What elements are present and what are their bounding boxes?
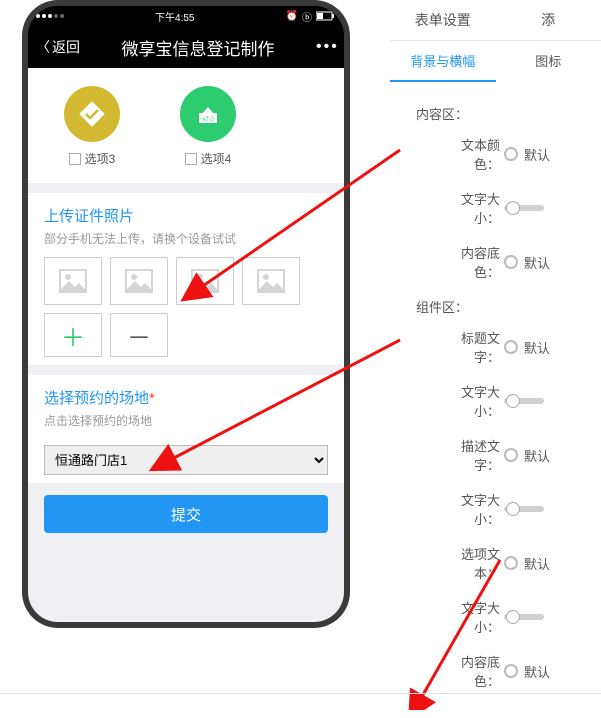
status-bar: 下午4:55 ⏰ ⓑ bbox=[28, 6, 344, 26]
radio-icon[interactable] bbox=[504, 255, 518, 269]
venue-title: 选择预约的场地* bbox=[44, 387, 328, 408]
photo-slot[interactable] bbox=[242, 257, 300, 305]
phone-screen: 下午4:55 ⏰ ⓑ 〈 返回 微享宝信息登记制作 ••• bbox=[28, 6, 344, 622]
row-font-size-3: 文字大小： bbox=[416, 490, 601, 528]
photo-slot[interactable] bbox=[110, 257, 168, 305]
sub-tabs: 背景与横幅 图标 bbox=[390, 41, 601, 82]
row-desc-text: 描述文字： 默认 bbox=[416, 436, 601, 474]
radio-icon[interactable] bbox=[504, 556, 518, 570]
radio-icon[interactable] bbox=[504, 448, 518, 462]
settings-panel: 表单设置 添 背景与横幅 图标 内容区： 文本颜色： 默认 文字大小： 内容底色… bbox=[390, 0, 601, 718]
photo-slots bbox=[44, 257, 328, 305]
submit-button[interactable]: 提交 bbox=[44, 495, 328, 533]
image-placeholder-icon bbox=[191, 269, 219, 293]
diamond-check-icon bbox=[64, 86, 120, 142]
remove-photo-button[interactable]: － bbox=[110, 313, 168, 357]
option-4[interactable]: v7.0 选项4 bbox=[180, 86, 236, 167]
alarm-icon: ⏰ bbox=[286, 11, 298, 22]
tab-add[interactable]: 添 bbox=[496, 0, 601, 40]
upload-title: 上传证件照片 bbox=[44, 205, 328, 226]
checkbox-icon[interactable] bbox=[185, 153, 197, 165]
options-card: 选项3 v7.0 选项4 bbox=[28, 68, 344, 183]
back-button[interactable]: 〈 返回 bbox=[36, 37, 80, 57]
radio-icon[interactable] bbox=[504, 664, 518, 678]
slider[interactable] bbox=[504, 398, 544, 404]
row-font-size-4: 文字大小： bbox=[416, 598, 601, 636]
option-3[interactable]: 选项3 bbox=[64, 86, 120, 167]
status-right: ⏰ ⓑ bbox=[286, 9, 336, 24]
row-option-text: 选项文本： 默认 bbox=[416, 544, 601, 582]
photo-slot[interactable] bbox=[44, 257, 102, 305]
row-font-size-2: 文字大小： bbox=[416, 382, 601, 420]
chevron-left-icon: 〈 bbox=[36, 37, 50, 57]
slider[interactable] bbox=[504, 506, 544, 512]
status-time: 下午4:55 bbox=[155, 9, 194, 24]
image-placeholder-icon bbox=[59, 269, 87, 293]
tab-form-settings[interactable]: 表单设置 bbox=[390, 0, 496, 40]
row-bg-color-2: 内容底色： 默认 bbox=[416, 652, 601, 690]
row-title-text: 标题文字： 默认 bbox=[416, 328, 601, 366]
back-label: 返回 bbox=[52, 37, 80, 57]
slider[interactable] bbox=[504, 614, 544, 620]
radio-icon[interactable] bbox=[504, 340, 518, 354]
settings-body: 内容区： 文本颜色： 默认 文字大小： 内容底色： 默认 组件区： 标题文字： … bbox=[390, 82, 601, 718]
tab-icon[interactable]: 图标 bbox=[496, 41, 601, 82]
venue-card: 选择预约的场地* 点击选择预约的场地 恒通路门店1 bbox=[28, 375, 344, 483]
tab-background-banner[interactable]: 背景与横幅 bbox=[390, 41, 496, 82]
upload-subtitle: 部分手机无法上传，请换个设备试试 bbox=[44, 230, 328, 247]
row-bg-color: 内容底色： 默认 bbox=[416, 243, 601, 281]
radio-icon[interactable] bbox=[504, 147, 518, 161]
content-section-label: 内容区： bbox=[416, 104, 601, 123]
venue-subtitle: 点击选择预约的场地 bbox=[44, 412, 328, 429]
component-section-label: 组件区： bbox=[416, 297, 601, 316]
option-3-label: 选项3 bbox=[85, 150, 116, 167]
more-icon[interactable]: ••• bbox=[316, 38, 336, 56]
image-placeholder-icon bbox=[257, 269, 285, 293]
divider bbox=[0, 693, 601, 694]
bluetooth-icon: ⓑ bbox=[302, 9, 312, 24]
phone-frame: 下午4:55 ⏰ ⓑ 〈 返回 微享宝信息登记制作 ••• bbox=[22, 0, 350, 628]
venue-select[interactable]: 恒通路门店1 bbox=[44, 445, 328, 475]
signal-dots-icon bbox=[36, 14, 64, 18]
row-font-size: 文字大小： bbox=[416, 189, 601, 227]
add-photo-button[interactable]: ＋ bbox=[44, 313, 102, 357]
page-title: 微享宝信息登记制作 bbox=[80, 35, 316, 60]
image-placeholder-icon bbox=[125, 269, 153, 293]
ballot-box-icon: v7.0 bbox=[180, 86, 236, 142]
row-text-color: 文本颜色： 默认 bbox=[416, 135, 601, 173]
slider[interactable] bbox=[504, 205, 544, 211]
checkbox-icon[interactable] bbox=[69, 153, 81, 165]
nav-bar: 〈 返回 微享宝信息登记制作 ••• bbox=[28, 26, 344, 68]
svg-text:v7.0: v7.0 bbox=[202, 117, 214, 123]
upload-card: 上传证件照片 部分手机无法上传，请换个设备试试 ＋ － bbox=[28, 193, 344, 365]
battery-icon bbox=[316, 11, 336, 21]
photo-slot[interactable] bbox=[176, 257, 234, 305]
phone-content: 选项3 v7.0 选项4 上传证件照片 部分手机无法上传，请换个设备试试 bbox=[28, 68, 344, 622]
option-4-label: 选项4 bbox=[201, 150, 232, 167]
top-tabs: 表单设置 添 bbox=[390, 0, 601, 41]
